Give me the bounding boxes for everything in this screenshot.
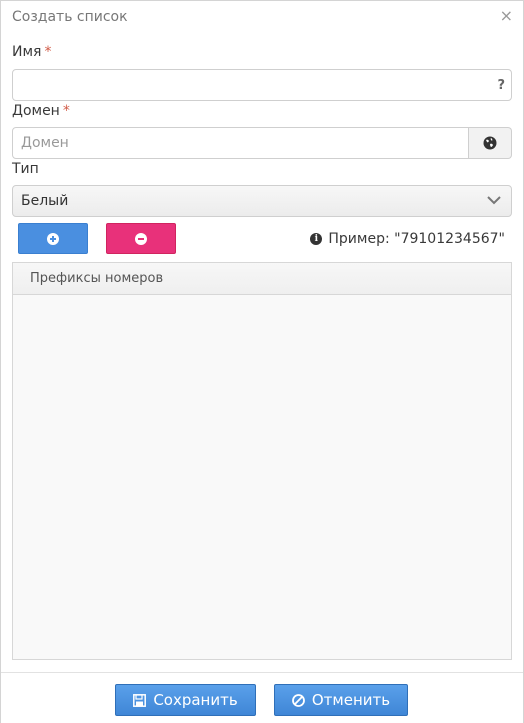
cancel-label: Отменить — [311, 691, 391, 709]
domain-field-group: Домен — [12, 127, 512, 159]
chevron-down-icon — [487, 196, 501, 205]
column-header[interactable]: Префиксы номеров — [13, 263, 511, 295]
type-select-value: Белый — [21, 193, 69, 209]
type-label: Тип — [12, 161, 39, 177]
remove-prefix-button[interactable] — [106, 223, 176, 254]
create-list-dialog: Создать список × Имя * ? Домен * Домен Тип… — [0, 0, 524, 723]
plus-circle-icon — [47, 232, 59, 245]
ban-icon — [291, 693, 305, 707]
domain-picker-button[interactable] — [469, 127, 512, 159]
save-button[interactable]: Сохранить — [115, 684, 256, 716]
domain-input[interactable]: Домен — [12, 127, 469, 159]
required-mark: * — [44, 44, 52, 60]
required-mark: * — [62, 103, 70, 119]
close-icon[interactable]: × — [500, 6, 513, 25]
add-prefix-button[interactable] — [18, 223, 88, 254]
dialog-title: Создать список — [12, 9, 128, 25]
name-label-text: Имя — [12, 44, 42, 60]
help-icon[interactable]: ? — [497, 78, 505, 93]
floppy-icon — [133, 693, 147, 707]
save-label: Сохранить — [153, 691, 238, 709]
name-input[interactable]: ? — [12, 69, 512, 101]
example-text: Пример: "79101234567" — [328, 231, 505, 247]
name-label: Имя * — [12, 44, 51, 60]
example-hint: i Пример: "79101234567" — [310, 231, 505, 247]
prefixes-table: Префиксы номеров — [12, 262, 512, 660]
type-select[interactable]: Белый — [12, 185, 512, 217]
domain-label: Домен * — [12, 103, 70, 119]
dialog-footer: Сохранить Отменить — [1, 672, 523, 723]
info-icon: i — [310, 233, 323, 245]
minus-circle-icon — [135, 232, 147, 245]
cancel-button[interactable]: Отменить — [274, 684, 408, 716]
domain-label-text: Домен — [12, 103, 60, 119]
globe-icon — [483, 136, 497, 150]
